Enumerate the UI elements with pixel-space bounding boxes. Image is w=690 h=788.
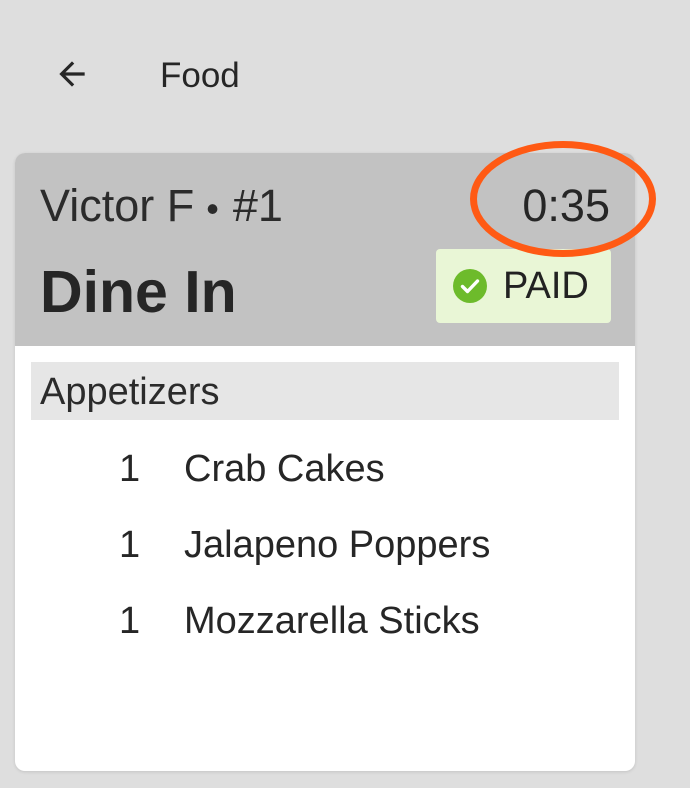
ticket-header: Victor F • #1 0:35 Dine In PAID [15,153,635,346]
section-header-appetizers: Appetizers [31,362,619,420]
order-number: #1 [232,180,283,231]
list-item: 1 Mozzarella Sticks [15,595,635,671]
item-list: 1 Crab Cakes 1 Jalapeno Poppers 1 Mozzar… [15,443,635,671]
item-quantity: 1 [119,600,141,642]
list-item: 1 Jalapeno Poppers [15,519,635,595]
back-button[interactable] [40,44,104,104]
check-circle-icon [453,269,487,303]
page-title: Food [160,56,240,95]
item-name: Mozzarella Sticks [184,600,480,642]
separator-dot: • [206,188,219,229]
top-app-bar: Food [0,0,690,150]
payment-status-text: PAID [503,265,589,307]
item-name: Jalapeno Poppers [184,524,491,566]
customer-name: Victor F [40,180,195,231]
customer-line: Victor F • #1 [40,180,283,235]
order-ticket-card[interactable]: Victor F • #1 0:35 Dine In PAID Appetizers… [15,153,635,771]
list-item: 1 Crab Cakes [15,443,635,519]
payment-status-badge: PAID [436,249,611,323]
item-quantity: 1 [119,448,141,490]
arrow-left-icon [59,61,85,87]
item-name: Crab Cakes [184,448,385,490]
elapsed-time: 0:35 [522,180,610,231]
section-label: Appetizers [40,371,220,413]
order-type: Dine In [40,259,237,325]
item-quantity: 1 [119,524,141,566]
